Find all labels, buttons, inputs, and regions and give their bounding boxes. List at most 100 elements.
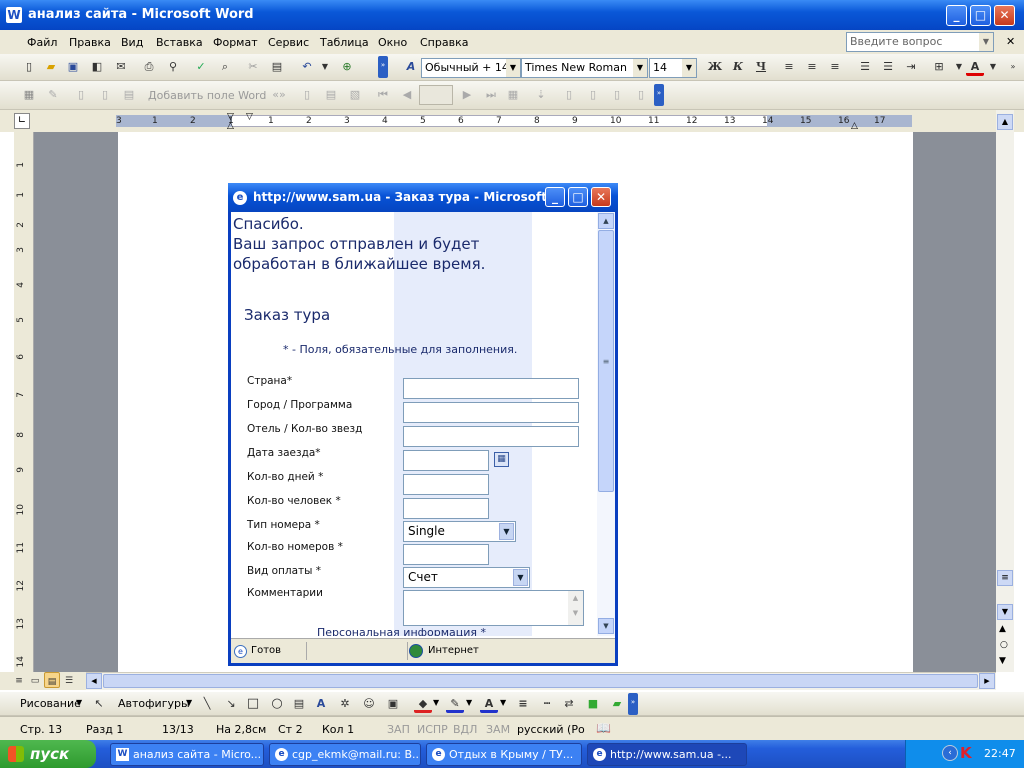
chevron-down-icon[interactable]: ▼ xyxy=(633,59,647,77)
chevron-down-icon[interactable]: ▼ xyxy=(466,698,472,707)
menu-tools[interactable]: Сервис xyxy=(268,36,309,49)
next-record-icon[interactable]: ▶ xyxy=(458,86,476,104)
scroll-down-icon[interactable]: ▼ xyxy=(997,604,1013,620)
menu-file[interactable]: Файл xyxy=(27,36,57,49)
email-icon[interactable]: ✉ xyxy=(112,58,130,76)
new-doc-icon[interactable]: ▯ xyxy=(20,58,38,76)
horizontal-scrollbar[interactable]: ◀ ▶ xyxy=(86,672,996,690)
chevron-down-icon[interactable]: ▼ xyxy=(500,698,506,707)
print-preview-icon[interactable]: ⚲ xyxy=(164,58,182,76)
task-word[interactable]: W анализ сайта - Micro... xyxy=(110,743,264,766)
oval-icon[interactable]: ○ xyxy=(268,695,286,713)
permission-icon[interactable]: ◧ xyxy=(88,58,106,76)
merge-to-email-icon[interactable]: ▯ xyxy=(608,86,626,104)
undo-dropdown-icon[interactable]: ▼ xyxy=(316,58,334,76)
task-mail[interactable]: e cgp_ekmk@mail.ru: В... xyxy=(269,743,421,766)
find-entry-icon[interactable]: ▦ xyxy=(504,86,522,104)
main-document-setup-icon[interactable]: ▦ xyxy=(20,86,38,104)
style-combo[interactable]: Обычный + 14 г ▼ xyxy=(421,58,521,78)
tab-selector-icon[interactable]: ∟ xyxy=(14,113,30,129)
toolbar-options-icon[interactable]: » xyxy=(378,56,388,78)
match-fields-icon[interactable]: ▤ xyxy=(322,86,340,104)
horizontal-scroll-thumb[interactable] xyxy=(103,674,978,688)
next-page-icon[interactable]: ▼ xyxy=(999,656,1006,666)
research-icon[interactable]: ⌕ xyxy=(216,58,234,76)
horizontal-ruler[interactable]: ∟ 3 1 2 1 1 2 3 4 5 6 7 8 9 10 11 12 13 14 15 16 17 ▽ △ ▽ △ xyxy=(0,110,1024,132)
status-rec[interactable]: ЗАП xyxy=(387,723,410,736)
bullets-icon[interactable]: ☰ xyxy=(879,58,897,76)
numbering-icon[interactable]: ☰ xyxy=(856,58,874,76)
add-word-field-button[interactable]: Добавить поле Word xyxy=(148,89,266,102)
merge-to-fax-icon[interactable]: ▯ xyxy=(632,86,650,104)
status-ovr[interactable]: ЗАМ xyxy=(486,723,510,736)
previous-page-icon[interactable]: ▲ xyxy=(999,624,1006,634)
outline-view-icon[interactable]: ☰ xyxy=(62,672,76,688)
italic-icon[interactable]: К xyxy=(729,58,747,76)
line-color-icon[interactable]: ✎ xyxy=(446,695,464,713)
minimize-button[interactable]: _ xyxy=(946,5,967,26)
wordart-icon[interactable]: A xyxy=(312,695,330,713)
chevron-down-icon[interactable]: ▼ xyxy=(506,59,520,77)
hanging-indent-icon[interactable]: △ xyxy=(227,121,234,131)
task-crimea[interactable]: e Отдых в Крыму / ТУ... xyxy=(426,743,582,766)
merge-to-new-doc-icon[interactable]: ▯ xyxy=(560,86,578,104)
right-indent-icon[interactable]: △ xyxy=(851,121,858,131)
chevron-down-icon[interactable]: ▼ xyxy=(682,59,696,77)
spelling-status-icon[interactable]: 📖 xyxy=(596,721,611,735)
recipients-icon[interactable]: ▯ xyxy=(72,86,90,104)
save-icon[interactable]: ▣ xyxy=(64,58,82,76)
toolbar-options-icon[interactable]: » xyxy=(654,84,664,106)
chevron-down-icon[interactable]: ▼ xyxy=(979,33,993,51)
menu-help[interactable]: Справка xyxy=(420,36,468,49)
font-combo[interactable]: Times New Roman ▼ xyxy=(521,58,648,78)
last-record-icon[interactable]: ⏭ xyxy=(482,86,500,104)
picture-icon[interactable]: ▣ xyxy=(384,695,402,713)
help-search-box[interactable]: Введите вопрос ▼ xyxy=(846,32,994,52)
maximize-button[interactable]: □ xyxy=(970,5,991,26)
textbox-icon[interactable]: ▤ xyxy=(290,695,308,713)
dash-style-icon[interactable]: ┅ xyxy=(538,695,556,713)
scroll-left-icon[interactable]: ◀ xyxy=(86,673,102,689)
bold-icon[interactable]: Ж xyxy=(706,58,724,76)
drawing-menu[interactable]: Рисование xyxy=(20,697,81,710)
diagram-icon[interactable]: ✲ xyxy=(336,695,354,713)
styles-pane-icon[interactable]: A xyxy=(402,58,420,76)
autoshapes-menu[interactable]: Автофигуры xyxy=(118,697,190,710)
tray-arrow-icon[interactable]: ‹ xyxy=(942,745,958,761)
normal-view-icon[interactable]: ≡ xyxy=(12,672,26,688)
spelling-icon[interactable]: ✓ xyxy=(192,58,210,76)
start-button[interactable]: ▪ пуск xyxy=(0,740,96,768)
shadow-icon[interactable]: ■ xyxy=(584,695,602,713)
status-ext[interactable]: ВДЛ xyxy=(453,723,477,736)
merge-to-printer-icon[interactable]: ▯ xyxy=(584,86,602,104)
open-data-source-icon[interactable]: ✎ xyxy=(44,86,62,104)
scroll-thumb[interactable]: ≡ xyxy=(997,570,1013,586)
greeting-line-icon[interactable]: ▤ xyxy=(120,86,138,104)
print-icon[interactable]: ⎙ xyxy=(140,58,158,76)
previous-record-icon[interactable]: ◀ xyxy=(398,86,416,104)
indent-icon[interactable]: ⇥ xyxy=(902,58,920,76)
propagate-labels-icon[interactable]: ▧ xyxy=(346,86,364,104)
font-size-combo[interactable]: 14 ▼ xyxy=(649,58,697,78)
word-app-icon[interactable]: W xyxy=(6,7,22,23)
menu-view[interactable]: Вид xyxy=(121,36,143,49)
select-browse-object-icon[interactable]: ○ xyxy=(1000,640,1008,650)
close-doc-icon[interactable]: ✕ xyxy=(1006,35,1015,48)
borders-icon[interactable]: ⊞ xyxy=(930,58,948,76)
menu-table[interactable]: Таблица xyxy=(320,36,369,49)
address-block-icon[interactable]: ▯ xyxy=(96,86,114,104)
antivirus-icon[interactable]: K xyxy=(960,744,972,762)
toolbar-options-icon[interactable]: » xyxy=(628,693,638,715)
chevron-down-icon[interactable]: ▼ xyxy=(76,698,82,707)
font-color-dropdown-icon[interactable]: ▼ xyxy=(984,58,1002,76)
undo-icon[interactable]: ↶ xyxy=(298,58,316,76)
print-layout-icon[interactable]: ▤ xyxy=(44,672,60,688)
menu-window[interactable]: Окно xyxy=(378,36,407,49)
underline-icon[interactable]: Ч xyxy=(752,58,770,76)
close-button[interactable]: ✕ xyxy=(994,5,1015,26)
indent-marker-icon[interactable]: ▽ xyxy=(246,112,253,122)
vertical-ruler[interactable]: 1 1 2 3 4 5 6 7 8 9 10 11 12 13 14 xyxy=(14,132,34,672)
clipart-icon[interactable]: ☺ xyxy=(360,695,378,713)
drawing-font-color-icon[interactable]: A xyxy=(480,695,498,713)
line-icon[interactable]: ╲ xyxy=(198,695,216,713)
